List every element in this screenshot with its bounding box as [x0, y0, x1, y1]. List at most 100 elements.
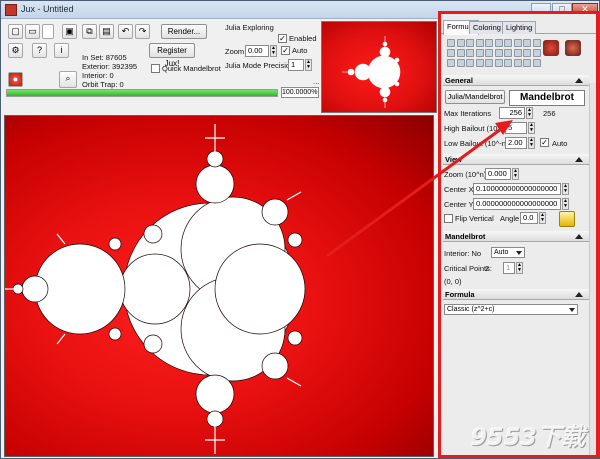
flip-vertical-checkbox[interactable]	[444, 214, 453, 223]
low-bailout-auto-checkbox[interactable]: ✓	[540, 138, 549, 147]
formula-preset-icon[interactable]	[513, 39, 522, 47]
max-iterations-input[interactable]: 256	[499, 107, 525, 119]
interior-select[interactable]: Auto	[491, 247, 525, 258]
render-button[interactable]: Render...	[161, 24, 207, 39]
formula-preset-icon[interactable]	[513, 49, 522, 57]
center-y-label: Center Y	[444, 200, 474, 209]
formula-select-value: Classic (z^2+c)	[447, 306, 495, 313]
center-y-spinner[interactable]: ▲ ▼	[562, 198, 569, 210]
formula-preset-icon[interactable]	[504, 49, 512, 57]
angle-spinner[interactable]: ▲ ▼	[539, 212, 546, 224]
formula-preset-icon[interactable]	[523, 49, 531, 57]
save-icon[interactable]: ▣	[62, 24, 77, 39]
magnifier-icon[interactable]: ⌕	[59, 71, 77, 88]
formula-select[interactable]: Classic (z^2+c)	[444, 304, 578, 315]
formula-preset-icon[interactable]	[456, 59, 465, 67]
zoom-input[interactable]: 0.00	[245, 45, 269, 57]
auto-zoom-label: Auto	[292, 46, 308, 55]
formula-preset-icon[interactable]	[466, 39, 474, 47]
critical-point-index-input[interactable]: 1	[503, 262, 515, 274]
precision-spinner[interactable]: ▲ ▼	[305, 59, 312, 71]
formula-preset-icon[interactable]	[485, 39, 493, 47]
formula-preset-icon[interactable]	[532, 39, 541, 47]
formula-preset-icon[interactable]	[475, 59, 484, 67]
reset-view-icon[interactable]	[559, 211, 575, 227]
julia-mode-precision-label: Julia Mode Precision	[225, 61, 295, 70]
low-bailout-input[interactable]: 2.00	[505, 137, 527, 149]
copy-icon[interactable]: ⧉	[82, 24, 97, 39]
settings-panel: Formula Coloring Lighting General Julia/…	[441, 13, 599, 458]
redo-icon[interactable]: ↷	[135, 24, 150, 39]
angle-input[interactable]: 0.0	[520, 212, 538, 224]
interior-select-value: Auto	[494, 249, 509, 256]
general-section-header[interactable]: General	[443, 75, 589, 86]
view-zoom-input[interactable]: 0.000	[485, 168, 511, 180]
flip-vertical-label: Flip Vertical	[455, 214, 494, 223]
formula-preset-icon[interactable]	[466, 49, 474, 57]
app-window: Jux - Untitled _ □ ✕ ▢ ▭ ▣ ⧉ ▤ ↶ ↷ Rende…	[0, 0, 600, 459]
formula-preset-icon[interactable]	[532, 49, 541, 57]
paste-icon[interactable]: ▤	[99, 24, 114, 39]
fractal-render-canvas[interactable]	[4, 115, 434, 457]
formula-preset-icon[interactable]	[456, 49, 465, 57]
formula-section-header[interactable]: Formula	[443, 289, 589, 300]
formula-preset-icon[interactable]	[456, 39, 465, 47]
pin-dark-icon[interactable]	[565, 40, 581, 56]
formula-preset-icon[interactable]	[504, 59, 512, 67]
formula-preset-icon[interactable]	[532, 59, 541, 67]
auto-zoom-checkbox[interactable]: ✓	[281, 46, 290, 55]
help-icon[interactable]: ?	[32, 43, 47, 58]
center-x-input[interactable]: 0.100000000000000000	[473, 183, 561, 195]
max-iterations-spinner[interactable]: ▲ ▼	[526, 107, 533, 119]
julia-exploring-label: Julia Exploring	[225, 23, 274, 32]
formula-preset-icon[interactable]	[494, 49, 503, 57]
info-icon[interactable]: i	[54, 43, 69, 58]
zoom-spinner[interactable]: ▲ ▼	[270, 45, 277, 57]
formula-preset-icon[interactable]	[447, 39, 455, 47]
julia-mode-precision-input[interactable]: 1	[288, 59, 304, 71]
enabled-checkbox[interactable]: ✓	[278, 34, 287, 43]
register-button[interactable]: Register Jux!	[149, 43, 195, 68]
formula-preset-icon[interactable]	[485, 59, 493, 67]
fractal-thumbnail-preview[interactable]	[321, 21, 437, 113]
quick-mandelbrot-checkbox[interactable]	[151, 64, 160, 73]
julia-mandelbrot-button[interactable]: Julia/Mandelbrot	[445, 90, 505, 104]
formula-preset-icon[interactable]	[523, 39, 531, 47]
critical-point-spinner[interactable]: ▲ ▼	[516, 262, 523, 274]
formula-preset-icon[interactable]	[447, 49, 455, 57]
mandelbrot-section-header[interactable]: Mandelbrot	[443, 231, 589, 242]
formula-preset-icon[interactable]	[485, 49, 493, 57]
center-y-input[interactable]: 0.000000000000000000	[473, 198, 561, 210]
formula-preset-icon[interactable]	[475, 49, 484, 57]
tab-lighting[interactable]: Lighting	[502, 21, 537, 34]
blank-tool-icon[interactable]	[42, 24, 54, 39]
high-bailout-input[interactable]: 5	[505, 122, 527, 134]
formula-preset-icon[interactable]	[475, 39, 484, 47]
view-section-header[interactable]: View	[443, 154, 589, 165]
center-x-spinner[interactable]: ▲ ▼	[562, 183, 569, 195]
panel-scrollbar[interactable]	[589, 83, 598, 455]
undo-icon[interactable]: ↶	[118, 24, 133, 39]
formula-preset-icon[interactable]	[494, 59, 503, 67]
settings-icon[interactable]: ⚙	[8, 43, 23, 58]
view-zoom-spinner[interactable]: ▲ ▼	[512, 168, 519, 180]
ellipsis-label: ...	[313, 77, 320, 86]
interior-stat: Interior: 0	[82, 71, 114, 80]
formula-preset-icon[interactable]	[466, 59, 474, 67]
stop-icon[interactable]: ●	[8, 72, 23, 87]
render-progress-bar	[6, 89, 278, 97]
tab-coloring[interactable]: Coloring	[469, 21, 505, 34]
open-folder-icon[interactable]: ▭	[25, 24, 40, 39]
low-bailout-spinner[interactable]: ▲ ▼	[528, 137, 535, 149]
zoom-label: Zoom	[225, 47, 245, 56]
app-logo-icon	[5, 4, 17, 16]
new-file-icon[interactable]: ▢	[8, 24, 23, 39]
critical-points-value: 2	[485, 264, 490, 273]
formula-preset-icon[interactable]	[504, 39, 512, 47]
formula-preset-icon[interactable]	[447, 59, 455, 67]
formula-preset-icon[interactable]	[523, 59, 531, 67]
formula-preset-icon[interactable]	[494, 39, 503, 47]
pin-red-icon[interactable]	[543, 40, 559, 56]
formula-preset-icon[interactable]	[513, 59, 522, 67]
high-bailout-spinner[interactable]: ▲ ▼	[528, 122, 535, 134]
